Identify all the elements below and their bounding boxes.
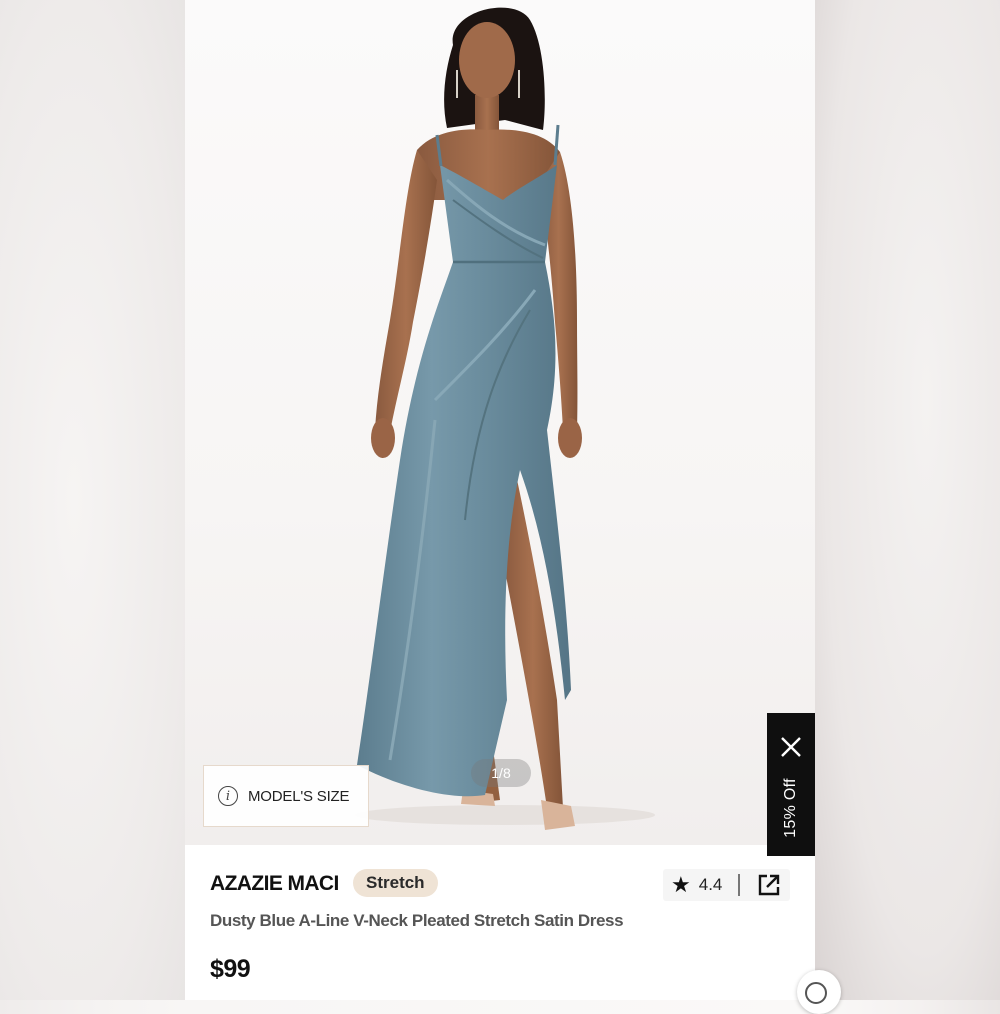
product-info: AZAZIE MACI Stretch ★ 4.4 Dusty Blue A-L…: [185, 845, 815, 1000]
image-pager-indicator: 1/8: [471, 759, 531, 787]
model-size-button[interactable]: i MODEL'S SIZE: [203, 765, 369, 827]
stretch-badge: Stretch: [353, 869, 438, 897]
discount-label-wrap: 15% Off: [767, 768, 815, 848]
star-icon: ★: [671, 872, 691, 897]
chat-button[interactable]: [797, 970, 841, 1014]
chat-icon: [805, 982, 827, 1004]
product-brand[interactable]: AZAZIE MACI: [210, 872, 339, 896]
external-link-icon[interactable]: [756, 872, 782, 898]
product-name[interactable]: Dusty Blue A-Line V-Neck Pleated Stretch…: [210, 911, 624, 931]
close-icon[interactable]: [779, 735, 803, 759]
divider: [738, 874, 740, 896]
background-blur-left: [0, 0, 185, 1000]
rating-value: 4.4: [698, 875, 723, 894]
discount-label: 15% Off: [782, 778, 799, 838]
info-icon: i: [218, 786, 238, 806]
model-size-label: MODEL'S SIZE: [248, 787, 350, 805]
discount-tab[interactable]: 15% Off: [767, 713, 815, 856]
model-illustration: [355, 7, 655, 830]
rating-share-box: ★ 4.4: [663, 869, 790, 901]
product-card: i MODEL'S SIZE 1/8 AZAZIE MACI Stretch ★…: [185, 0, 815, 1000]
background-blur-right: [815, 0, 1000, 1000]
product-image[interactable]: i MODEL'S SIZE 1/8: [185, 0, 815, 845]
product-price: $99: [210, 955, 251, 983]
